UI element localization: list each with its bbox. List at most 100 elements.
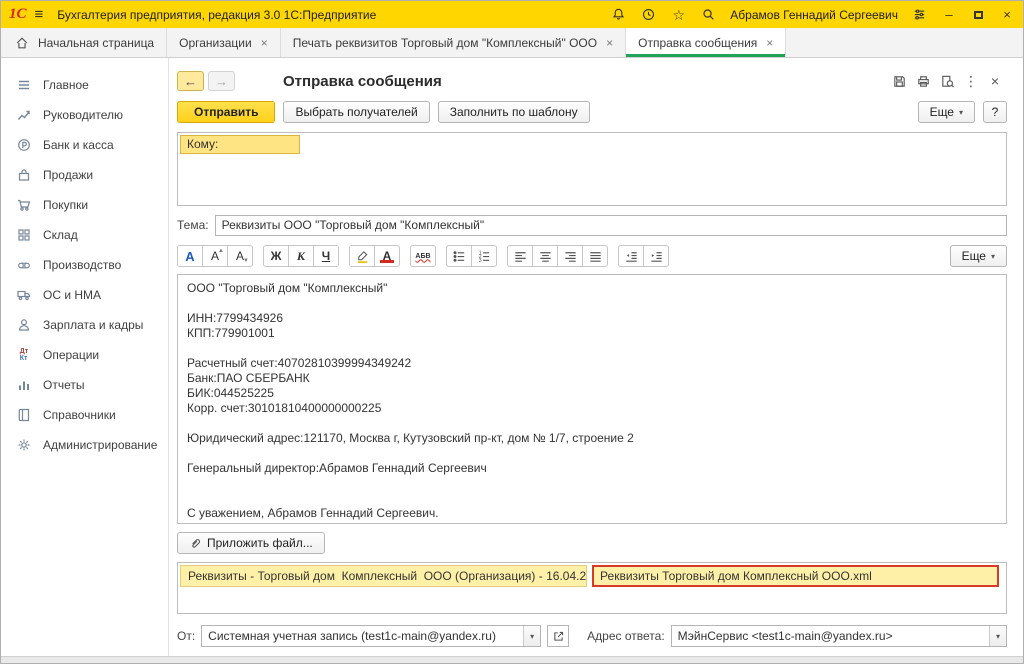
bold-button[interactable]: Ж <box>263 245 289 267</box>
print-icon[interactable] <box>911 71 935 91</box>
search-icon[interactable] <box>700 6 717 23</box>
recipients-area[interactable]: Кому: <box>177 132 1007 206</box>
window-bottom-edge <box>1 656 1023 663</box>
tab-close-icon[interactable]: × <box>261 36 268 50</box>
message-body[interactable]: ООО "Торговый дом "Комплексный" ИНН:7799… <box>177 274 1007 524</box>
align-left-button[interactable] <box>507 245 533 267</box>
attachment-item[interactable]: Реквизиты - Торговый дом Комплексный ООО… <box>180 565 587 587</box>
minimize-button[interactable]: – <box>941 7 957 23</box>
sidebar: Главное Руководителю Банк и касса Продаж… <box>1 58 169 656</box>
align-center-button[interactable] <box>532 245 558 267</box>
attachment-item-selected[interactable]: Реквизиты Торговый дом Комплексный ООО.x… <box>592 565 999 587</box>
tab-label: Печать реквизитов Торговый дом "Комплекс… <box>293 36 597 50</box>
underline-button[interactable]: Ч <box>313 245 339 267</box>
titlebar-actions: ☆ Абрамов Геннадий Сергеевич – × <box>610 6 1015 23</box>
subject-input[interactable] <box>215 215 1007 236</box>
sidebar-item-fixed-assets[interactable]: ОС и НМА <box>1 280 168 310</box>
spellcheck-button[interactable]: АБВ <box>410 245 436 267</box>
subject-row: Тема: <box>177 214 1007 236</box>
tab-organizations[interactable]: Организации × <box>167 28 281 57</box>
align-right-button[interactable] <box>557 245 583 267</box>
fill-template-button[interactable]: Заполнить по шаблону <box>438 101 590 123</box>
app-window: 1С ≡ Бухгалтерия предприятия, редакция 3… <box>0 0 1024 664</box>
page-title: Отправка сообщения <box>283 73 442 90</box>
cart-icon <box>15 197 33 213</box>
highlight-color-button[interactable] <box>349 245 375 267</box>
sidebar-item-production[interactable]: Производство <box>1 250 168 280</box>
sidebar-item-bank-cash[interactable]: Банк и касса <box>1 130 168 160</box>
reply-address-select[interactable]: ▾ <box>671 625 1007 647</box>
tab-home[interactable]: Начальная страница <box>1 28 167 57</box>
preview-icon[interactable] <box>935 71 959 91</box>
bulleted-list-button[interactable] <box>446 245 472 267</box>
tab-close-icon[interactable]: × <box>766 36 773 50</box>
numbered-list-button[interactable]: 123 <box>471 245 497 267</box>
font-size-decrease-button[interactable]: А <box>227 245 253 267</box>
reply-address-label: Адрес ответа: <box>587 629 664 643</box>
subject-label: Тема: <box>177 218 209 232</box>
close-button[interactable]: × <box>999 7 1015 23</box>
rollers-icon <box>15 257 33 273</box>
person-icon <box>15 317 33 333</box>
favorites-icon[interactable]: ☆ <box>670 6 687 23</box>
save-icon[interactable] <box>887 71 911 91</box>
sidebar-item-operations[interactable]: ДтКт Операции <box>1 340 168 370</box>
reply-address-input[interactable] <box>672 626 989 646</box>
sidebar-item-manager[interactable]: Руководителю <box>1 100 168 130</box>
tab-send-message[interactable]: Отправка сообщения × <box>626 28 786 57</box>
help-button[interactable]: ? <box>983 101 1007 123</box>
form-close-icon[interactable]: × <box>983 71 1007 91</box>
send-message-form: ← → Отправка сообщения ⋮ × Отправить Выб… <box>169 58 1023 656</box>
current-user[interactable]: Абрамов Геннадий Сергеевич <box>730 8 898 22</box>
outdent-button[interactable] <box>618 245 644 267</box>
tab-print-requisites[interactable]: Печать реквизитов Торговый дом "Комплекс… <box>281 28 626 57</box>
font-size-increase-button[interactable]: А <box>202 245 228 267</box>
sidebar-item-administration[interactable]: Администрирование <box>1 430 168 460</box>
main-area: Главное Руководителю Банк и касса Продаж… <box>1 58 1023 656</box>
sidebar-item-sales[interactable]: Продажи <box>1 160 168 190</box>
sidebar-item-reports[interactable]: Отчеты <box>1 370 168 400</box>
sidebar-item-label: Главное <box>43 78 89 92</box>
select-recipients-button[interactable]: Выбрать получателей <box>283 101 429 123</box>
from-account-input[interactable] <box>202 626 523 646</box>
sidebar-item-warehouse[interactable]: Склад <box>1 220 168 250</box>
home-icon <box>13 35 31 51</box>
indent-button[interactable] <box>643 245 669 267</box>
more-actions-icon[interactable]: ⋮ <box>959 71 983 91</box>
more-button[interactable]: Еще▾ <box>918 101 975 123</box>
editor-more-button[interactable]: Еще▾ <box>950 245 1007 267</box>
to-field[interactable]: Кому: <box>180 135 300 154</box>
sidebar-item-label: Склад <box>43 228 78 242</box>
coin-icon <box>15 137 33 153</box>
sidebar-item-directories[interactable]: Справочники <box>1 400 168 430</box>
italic-button[interactable]: К <box>288 245 314 267</box>
forward-button[interactable]: → <box>208 71 235 91</box>
font-color-button[interactable]: А <box>374 245 400 267</box>
maximize-button[interactable] <box>970 7 986 23</box>
sidebar-item-label: Администрирование <box>43 438 157 452</box>
sidebar-item-payroll-hr[interactable]: Зарплата и кадры <box>1 310 168 340</box>
tab-close-icon[interactable]: × <box>606 36 613 50</box>
from-account-select[interactable]: ▾ <box>201 625 541 647</box>
notifications-icon[interactable] <box>610 6 627 23</box>
app-title: Бухгалтерия предприятия, редакция 3.0 1С… <box>57 8 376 22</box>
back-button[interactable]: ← <box>177 71 204 91</box>
credit-label: Кт <box>20 355 28 362</box>
font-button[interactable]: А <box>177 245 203 267</box>
send-button[interactable]: Отправить <box>177 101 275 123</box>
open-account-button[interactable] <box>547 625 569 647</box>
reply-dropdown-icon[interactable]: ▾ <box>989 626 1006 646</box>
attach-file-button[interactable]: Приложить файл... <box>177 532 325 554</box>
sidebar-item-label: Покупки <box>43 198 88 212</box>
from-dropdown-icon[interactable]: ▾ <box>523 626 540 646</box>
history-icon[interactable] <box>640 6 657 23</box>
chevron-down-icon: ▾ <box>959 108 963 117</box>
bar-chart-icon <box>15 377 33 393</box>
align-justify-button[interactable] <box>582 245 608 267</box>
main-menu-icon[interactable]: ≡ <box>35 6 44 23</box>
line-chart-icon <box>15 107 33 123</box>
service-menu-icon[interactable] <box>911 6 928 23</box>
menu-lines-icon <box>15 77 33 93</box>
sidebar-item-purchases[interactable]: Покупки <box>1 190 168 220</box>
sidebar-item-main[interactable]: Главное <box>1 70 168 100</box>
